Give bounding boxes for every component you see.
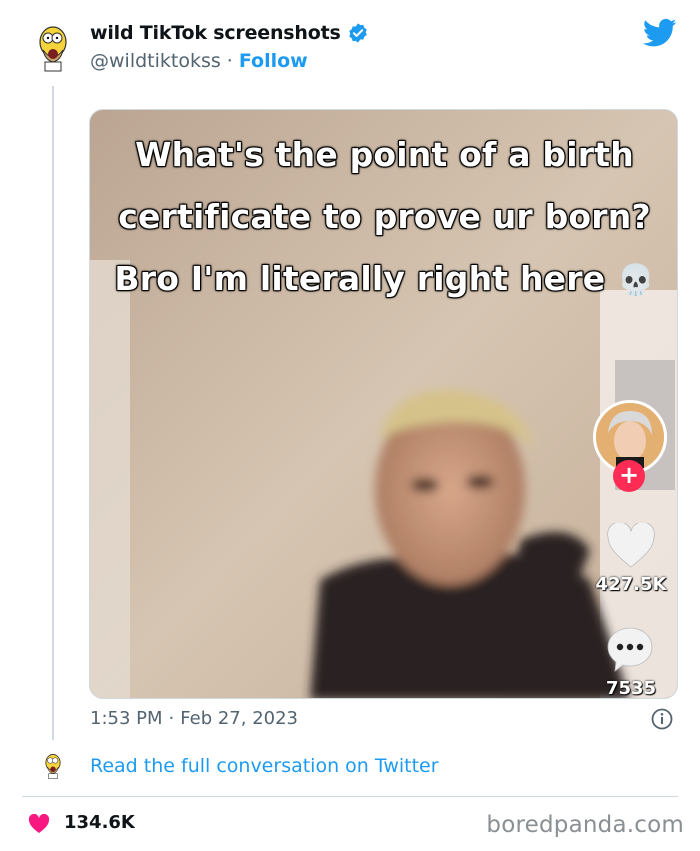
comment-count: 7535 [605, 678, 657, 699]
follow-button[interactable]: Follow [239, 50, 308, 72]
twitter-bird-icon[interactable] [643, 18, 677, 48]
homer-avatar-icon[interactable] [33, 24, 73, 72]
author-name[interactable]: wild TikTok screenshots [90, 22, 341, 44]
divider [22, 796, 678, 797]
verified-badge-icon [348, 23, 367, 43]
info-icon[interactable] [651, 708, 673, 730]
skull-emoji: 💀 [617, 263, 655, 298]
tweet-date: Feb 27, 2023 [180, 708, 299, 729]
author-block: wild TikTok screenshots @wildtiktokss · … [90, 22, 369, 72]
tiktok-caption: What's the point of a birth certificate … [90, 124, 677, 312]
like-count: 427.5K [595, 574, 667, 595]
tweet-embed: wild TikTok screenshots @wildtiktokss · … [0, 0, 700, 851]
tiktok-screenshot[interactable]: What's the point of a birth certificate … [89, 109, 678, 699]
separator-dot: · [226, 50, 233, 72]
source-watermark: boredpanda.com [486, 812, 684, 838]
tweet-timestamp[interactable]: 1:53 PM · Feb 27, 2023 [90, 708, 298, 729]
heart-icon[interactable] [606, 523, 656, 569]
author-handle[interactable]: @wildtiktokss [90, 50, 221, 72]
read-conversation-link[interactable]: Read the full conversation on Twitter [90, 755, 439, 777]
thread-line [52, 86, 54, 740]
likes-heart-icon[interactable] [28, 814, 50, 834]
tweet-time: 1:53 PM [90, 708, 163, 729]
likes-count: 134.6K [64, 812, 135, 833]
follow-creator-button[interactable]: + [613, 460, 645, 492]
comment-bubble-icon[interactable] [605, 624, 655, 674]
caption-text: What's the point of a birth certificate … [114, 134, 652, 299]
separator-dot: · [168, 708, 175, 729]
homer-avatar-small-icon [45, 754, 61, 779]
